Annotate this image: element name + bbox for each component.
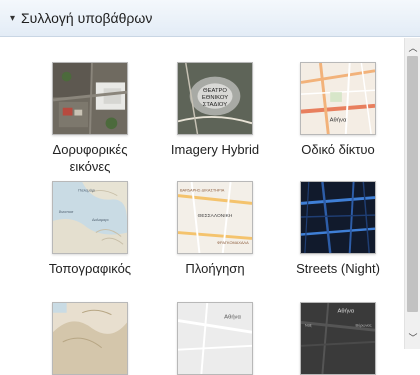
gallery-title: Συλλογή υποβάθρων: [21, 10, 153, 26]
thumb-label: Αθήνα: [330, 116, 347, 123]
thumb-label: Αθήνα: [337, 308, 354, 315]
streets-night-thumbnail-icon[interactable]: [300, 181, 376, 254]
satellite-thumbnail-icon[interactable]: [52, 62, 128, 135]
basemap-item-terrain[interactable]: [32, 302, 148, 375]
thumb-label: ΒΑΡΔΑΡΗΣ-ΔΙΚΑΣΤΗΡΙΑ: [180, 188, 225, 193]
thumb-label: ΕΘΝΙΚΟΥ: [202, 95, 228, 101]
collapse-caret-icon[interactable]: ▾: [10, 13, 15, 24]
dark-gray-thumbnail-icon[interactable]: Αθήνα Βύρωνας Ναξ: [300, 302, 376, 375]
light-gray-thumbnail-icon[interactable]: Αθήνα: [177, 302, 253, 375]
basemap-item-imagery-hybrid[interactable]: ΘΕΑΤΡΟ ΕΘΝΙΚΟΥ ΣΤΑΔΙΟΥ Imagery Hybrid: [157, 62, 273, 158]
imagery-hybrid-thumbnail-icon[interactable]: ΘΕΑΤΡΟ ΕΘΝΙΚΟΥ ΣΤΑΔΙΟΥ: [177, 62, 253, 135]
basemap-item-imagery[interactable]: Δορυφορικές εικόνες: [32, 62, 148, 175]
basemap-item-topographic[interactable]: Παλαμάρι Άνιοποσ Δαλαμαρι Τοπογραφικός: [32, 181, 148, 277]
basemap-label: Τοπογραφικός: [48, 261, 132, 276]
basemap-label: Imagery Hybrid: [170, 142, 260, 157]
basemap-item-streets[interactable]: Αθήνα Οδικό δίκτυο: [280, 62, 396, 158]
basemap-item-navigation[interactable]: ΒΑΡΔΑΡΗΣ-ΔΙΚΑΣΤΗΡΙΑ ΘΕΣΣΑΛΟΝΙΚΗ ΦΡΑΓΚΟΜΑ…: [157, 181, 273, 277]
streets-thumbnail-icon[interactable]: Αθήνα: [300, 62, 376, 135]
basemap-grid: Δορυφορικές εικόνες ΘΕΑΤΡΟ ΕΘΝΙΚΟΥ ΣΤΑΔΙ…: [0, 38, 404, 375]
thumb-label: Άνιοποσ: [59, 209, 74, 214]
basemap-label: Οδικό δίκτυο: [301, 142, 375, 157]
thumb-label: Βύρωνας: [356, 322, 372, 327]
thumb-label: ΘΕΑΤΡΟ: [203, 88, 227, 94]
scroll-down-arrow-icon[interactable]: ﹀: [405, 328, 420, 346]
gallery-header[interactable]: ▾ Συλλογή υποβάθρων: [0, 0, 420, 37]
thumb-label: Ναξ: [305, 322, 312, 327]
basemap-label: Πλοήγηση: [185, 261, 245, 276]
topographic-thumbnail-icon[interactable]: Παλαμάρι Άνιοποσ Δαλαμαρι: [52, 181, 128, 254]
basemap-label: Δορυφορικές εικόνες: [52, 142, 128, 174]
vertical-scrollbar[interactable]: ︿ ﹀: [404, 38, 420, 349]
basemap-item-streets-night[interactable]: Streets (Night): [280, 181, 396, 277]
thumb-label: Αθήνα: [224, 314, 241, 321]
terrain-thumbnail-icon[interactable]: [52, 302, 128, 375]
basemap-label: Streets (Night): [296, 261, 380, 276]
basemap-item-light-gray[interactable]: Αθήνα: [157, 302, 273, 375]
thumb-label: ΦΡΑΓΚΟΜΑΧΑΛΑ: [217, 240, 249, 245]
thumb-label: Παλαμάρι: [78, 188, 95, 193]
thumb-label: ΣΤΑΔΙΟΥ: [203, 102, 227, 108]
thumb-label: ΘΕΣΣΑΛΟΝΙΚΗ: [198, 213, 233, 219]
navigation-thumbnail-icon[interactable]: ΒΑΡΔΑΡΗΣ-ΔΙΚΑΣΤΗΡΙΑ ΘΕΣΣΑΛΟΝΙΚΗ ΦΡΑΓΚΟΜΑ…: [177, 181, 253, 254]
scrollbar-thumb[interactable]: [407, 56, 418, 312]
basemap-item-dark-gray[interactable]: Αθήνα Βύρωνας Ναξ: [280, 302, 396, 375]
scroll-up-arrow-icon[interactable]: ︿: [405, 38, 420, 56]
thumb-label: Δαλαμαρι: [92, 217, 109, 222]
basemap-gallery-panel: Δορυφορικές εικόνες ΘΕΑΤΡΟ ΕΘΝΙΚΟΥ ΣΤΑΔΙ…: [0, 38, 420, 375]
